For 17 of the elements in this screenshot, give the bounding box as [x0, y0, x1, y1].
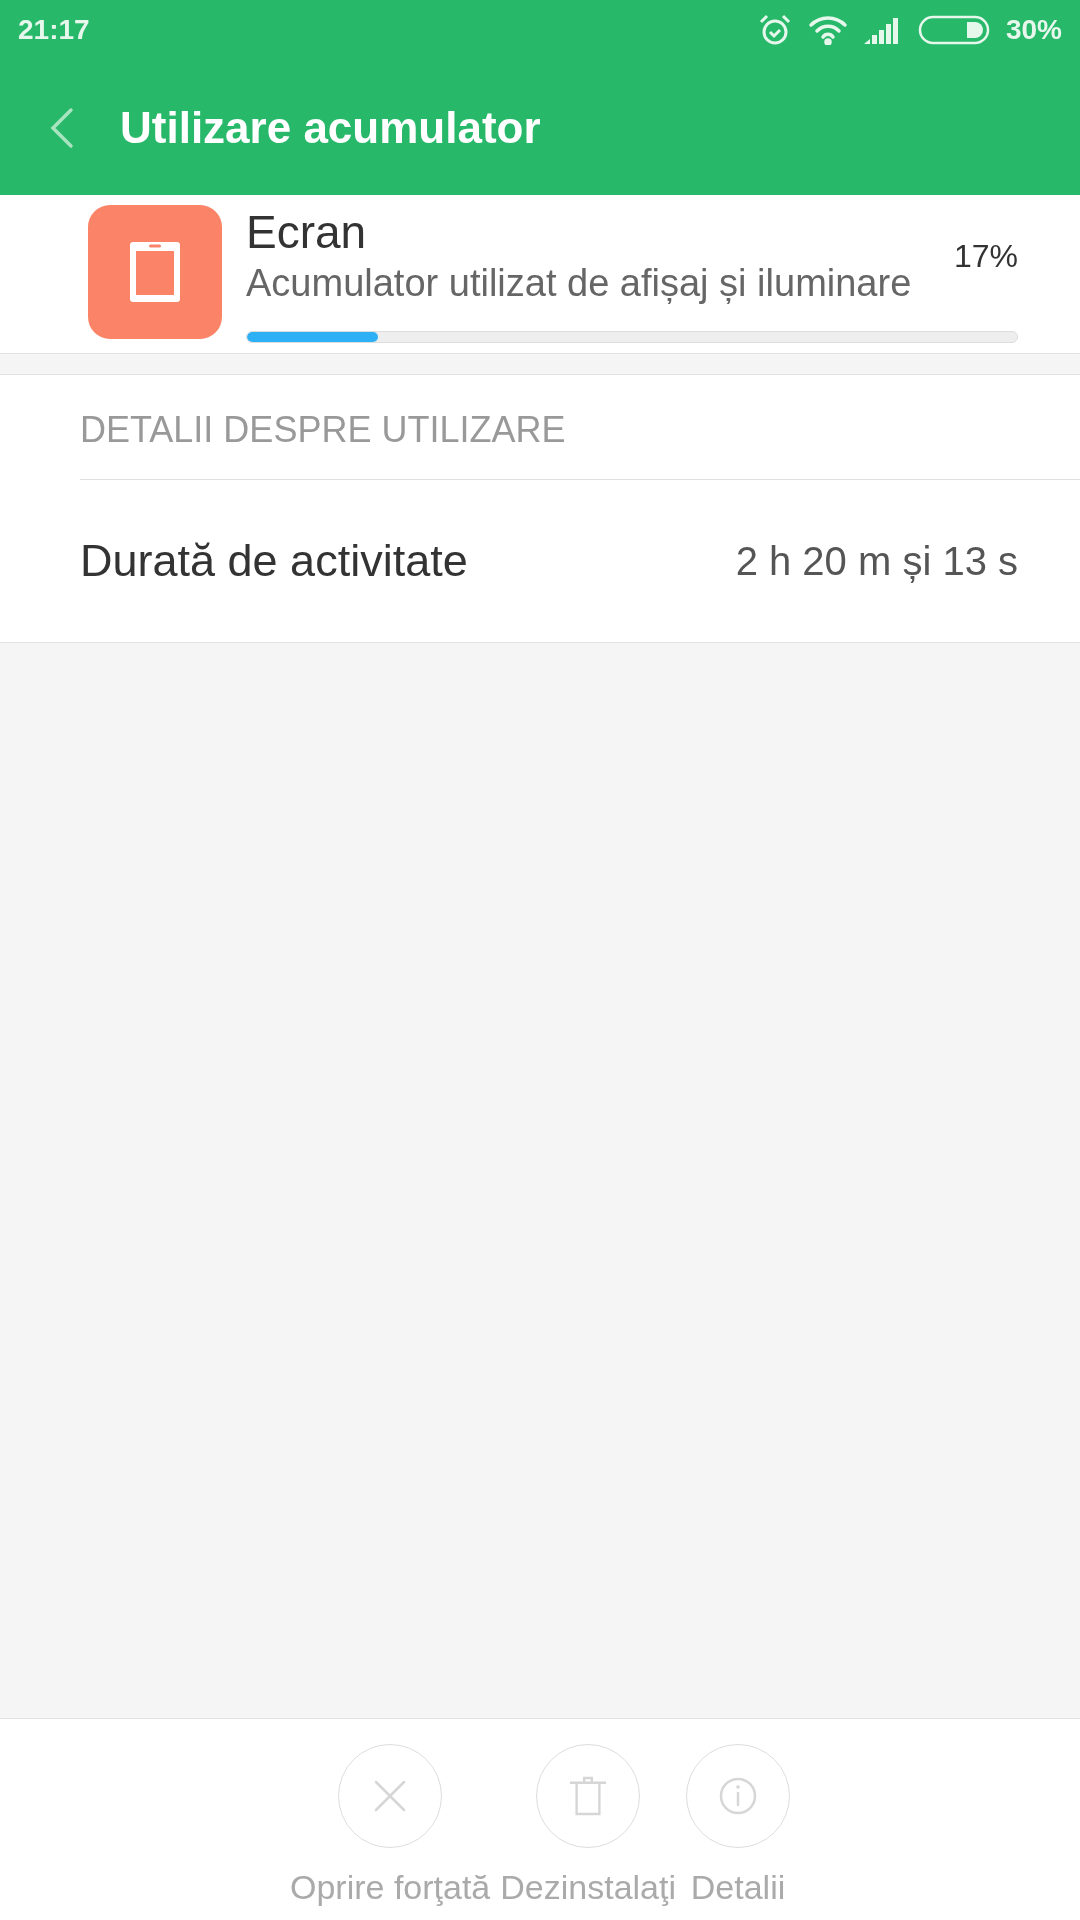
row-value: 2 h 20 m și 13 s	[735, 537, 1018, 585]
item-description: Acumulator utilizat de afișaj și iluminare	[246, 261, 912, 307]
battery-percentage: 30%	[1005, 13, 1062, 47]
info-icon	[719, 1777, 758, 1815]
section-header: DETALII DESPRE UTILIZARE	[80, 374, 1080, 480]
close-icon	[374, 1780, 407, 1812]
wifi-icon	[807, 15, 848, 45]
status-time: 21:17	[18, 13, 90, 47]
alarm-icon	[757, 13, 792, 47]
back-icon[interactable]	[50, 106, 74, 149]
screen-app-icon	[88, 205, 222, 339]
screen-title: Utilizare acumulator	[120, 101, 541, 154]
battery-icon	[917, 15, 990, 45]
row-label: Durată de activitate	[80, 533, 468, 588]
item-name: Ecran	[246, 205, 368, 260]
usage-percentage: 17%	[953, 236, 1018, 276]
trash-icon	[569, 1776, 608, 1816]
